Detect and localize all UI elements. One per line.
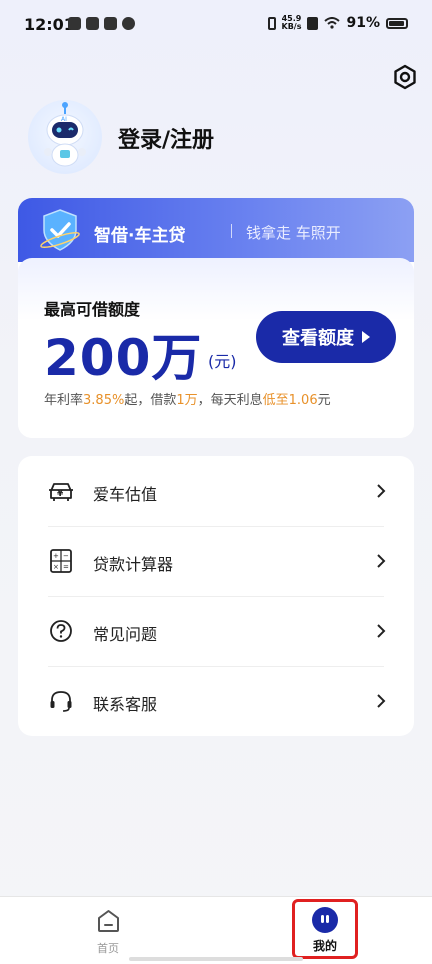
- loan-banner: 智借·车主贷 钱拿走 车照开: [18, 198, 414, 262]
- robot-avatar[interactable]: AI: [28, 100, 102, 174]
- menu-item-car-valuation[interactable]: ¥ 爱车估值: [18, 456, 414, 526]
- bottom-tab-bar: 首页 我的: [0, 896, 432, 964]
- tab-mine-label: 我的: [312, 939, 337, 953]
- svg-text:×: ×: [53, 563, 59, 571]
- rate-value: 3.85%: [83, 393, 125, 408]
- svg-text:+: +: [53, 552, 59, 560]
- menu-label: 常见问题: [93, 625, 158, 644]
- sim-icon: [307, 16, 319, 30]
- view-limit-label: 查看额度: [282, 328, 354, 349]
- tab-mine[interactable]: 我的: [292, 899, 358, 959]
- loan-brand-title: 智借·车主贷: [94, 226, 186, 246]
- headset-icon: [50, 691, 72, 712]
- limit-unit: (元): [208, 352, 237, 371]
- svg-text:=: =: [63, 563, 69, 571]
- battery-percent: 91%: [346, 15, 380, 31]
- status-bar: 12:01 45.9 KB/s 91%: [0, 0, 432, 52]
- notification-icons: [68, 17, 135, 30]
- limit-amount: 200万: [44, 329, 203, 387]
- loan-body: 最高可借额度 200万 (元) 查看额度 年利率3.85%起，借款1万，每天利息…: [18, 258, 414, 438]
- wifi-icon: [324, 17, 341, 29]
- settings-gear-icon[interactable]: [391, 63, 419, 91]
- chevron-right-icon: [377, 554, 386, 568]
- menu-list: ¥ 爱车估值 + − × = 贷款计算器 常见问题 联系客服: [18, 456, 414, 736]
- shield-check-icon: [40, 209, 80, 251]
- status-indicators: 45.9 KB/s 91%: [267, 15, 408, 31]
- home-indicator: [129, 957, 303, 961]
- rate-prefix: 年利率: [44, 393, 84, 408]
- login-register-link[interactable]: 登录/注册: [118, 122, 214, 154]
- question-icon: [50, 620, 72, 642]
- mail-notification-icon: [86, 17, 99, 30]
- rate-info: 年利率3.85%起，借款1万，每天利息低至1.06元: [44, 389, 331, 408]
- net-speed-unit: KB/s: [281, 22, 302, 31]
- menu-item-loan-calculator[interactable]: + − × = 贷款计算器: [18, 526, 414, 596]
- rate-suffix: 元: [317, 393, 331, 408]
- svg-text:−: −: [63, 552, 69, 560]
- tab-home-label: 首页: [97, 942, 119, 955]
- menu-label: 爱车估值: [93, 485, 158, 504]
- tab-home[interactable]: 首页: [88, 907, 128, 957]
- robot-mascot-icon: AI: [44, 102, 86, 167]
- wechat-notification-icon: [122, 17, 135, 30]
- view-limit-button[interactable]: 查看额度: [256, 311, 396, 363]
- app-notification-icon: [68, 17, 81, 30]
- car-value-icon: ¥: [49, 483, 73, 501]
- menu-label: 联系客服: [93, 695, 158, 714]
- mine-face-icon: [312, 907, 338, 933]
- menu-item-customer-service[interactable]: 联系客服: [18, 666, 414, 736]
- loan-slogan: 钱拿走 车照开: [246, 224, 341, 242]
- svg-text:AI: AI: [61, 116, 67, 123]
- video-notification-icon: [104, 17, 117, 30]
- menu-label: 贷款计算器: [93, 555, 174, 574]
- banner-divider: [231, 224, 232, 238]
- menu-item-faq[interactable]: 常见问题: [18, 596, 414, 666]
- loan-card[interactable]: 智借·车主贷 钱拿走 车照开 最高可借额度 200万 (元) 查看额度 年利率3…: [18, 198, 414, 438]
- chevron-right-icon: [377, 694, 386, 708]
- chevron-right-icon: [377, 484, 386, 498]
- daily-interest: 低至1.06: [262, 393, 318, 408]
- home-icon: [98, 910, 119, 932]
- play-arrow-icon: [362, 331, 370, 343]
- limit-label: 最高可借额度: [44, 300, 141, 319]
- rate-mid: 起，借款: [124, 393, 177, 408]
- svg-text:¥: ¥: [57, 489, 64, 499]
- chevron-right-icon: [377, 624, 386, 638]
- vibrate-icon: [267, 16, 276, 30]
- calculator-icon: + − × =: [50, 549, 72, 573]
- network-speed: 45.9 KB/s: [282, 15, 302, 31]
- battery-icon: [386, 17, 408, 29]
- loan-amount: 1万: [176, 393, 198, 408]
- rate-mid2: ，每天利息: [197, 393, 263, 408]
